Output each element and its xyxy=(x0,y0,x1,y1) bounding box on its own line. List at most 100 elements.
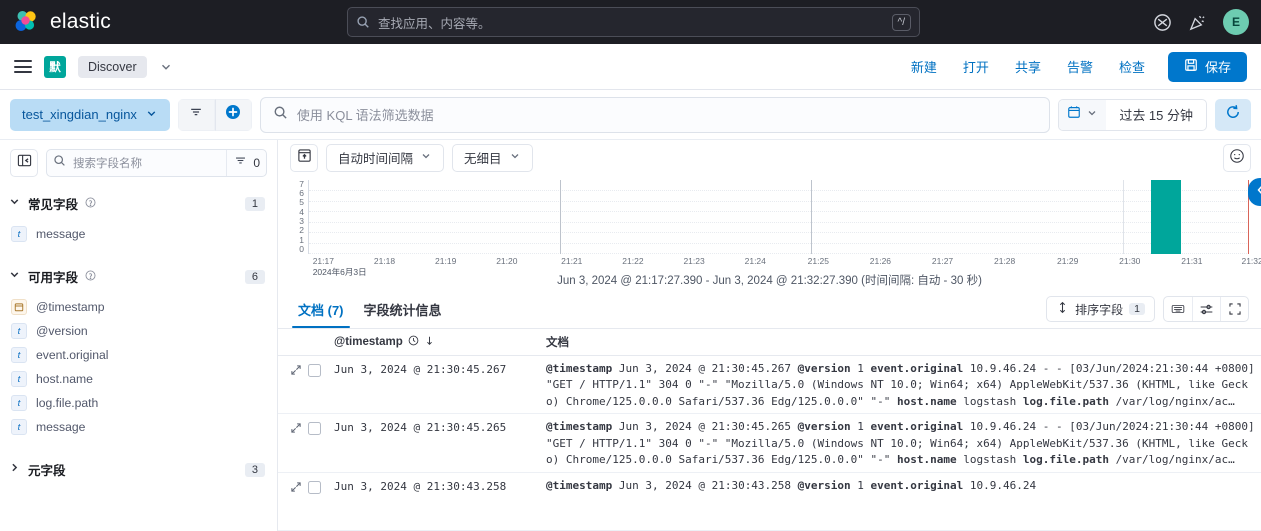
feedback-button[interactable] xyxy=(1223,144,1251,172)
expand-row-icon[interactable] xyxy=(290,481,302,493)
feedback-face-icon xyxy=(1229,148,1245,169)
gridline xyxy=(309,252,1249,254)
add-filter-button[interactable] xyxy=(214,98,252,131)
search-icon xyxy=(53,154,66,172)
nav-link-open[interactable]: 打开 xyxy=(950,51,1002,82)
nav-link-inspect[interactable]: 检查 xyxy=(1106,51,1158,82)
field-item-timestamp[interactable]: @timestamp xyxy=(0,295,277,319)
field-item-event-original[interactable]: t event.original xyxy=(0,343,277,367)
refresh-button[interactable] xyxy=(1215,98,1251,131)
field-item-message[interactable]: t message xyxy=(0,222,277,246)
brand-name: elastic xyxy=(50,10,111,33)
section-count: 1 xyxy=(244,196,265,211)
tab-documents[interactable]: 文档 (7) xyxy=(290,290,352,329)
x-tick: 21:19 xyxy=(435,255,457,266)
table-row[interactable]: Jun 3, 2024 @ 21:30:45.267 @timestamp Ju… xyxy=(278,356,1261,415)
y-tick: 2 xyxy=(299,225,304,236)
chart-bar[interactable] xyxy=(1151,179,1182,254)
x-tick: 21:26 xyxy=(869,255,892,266)
elastic-logo[interactable]: elastic xyxy=(14,9,111,35)
info-icon[interactable] xyxy=(85,195,96,213)
gridline xyxy=(309,232,1249,234)
row-checkbox[interactable] xyxy=(308,422,321,436)
calendar-icon xyxy=(1067,105,1081,124)
announcements-icon[interactable] xyxy=(1188,13,1207,32)
column-header-timestamp[interactable]: @timestamp xyxy=(334,335,534,349)
help-icon[interactable] xyxy=(1153,13,1172,32)
section-title: 可用字段 xyxy=(28,271,79,285)
fullscreen-icon[interactable] xyxy=(1220,297,1248,322)
sort-fields-button[interactable]: 排序字段 1 xyxy=(1046,296,1155,323)
y-tick: 4 xyxy=(299,206,304,217)
field-type-string-icon: t xyxy=(11,371,27,387)
keyboard-shortcuts-icon[interactable] xyxy=(1164,297,1192,321)
row-controls xyxy=(290,419,334,467)
field-filter-button[interactable]: 0 xyxy=(226,150,260,176)
chart-vertical-marker xyxy=(810,179,812,254)
sort-desc-icon[interactable] xyxy=(424,335,435,349)
sidebar-section-popular[interactable]: 常见字段 1 xyxy=(0,185,277,222)
calendar-dropdown-button[interactable] xyxy=(1059,99,1107,130)
row-checkbox[interactable] xyxy=(308,363,321,377)
nav-link-alerts[interactable]: 告警 xyxy=(1054,51,1106,82)
chevron-down-icon xyxy=(420,150,432,165)
x-tick: 21:20 xyxy=(496,255,518,266)
filter-options-button[interactable] xyxy=(177,98,215,131)
gridline xyxy=(309,200,1249,202)
row-checkbox[interactable] xyxy=(308,481,321,494)
field-item-message-available[interactable]: t message xyxy=(0,415,277,439)
chart-toggle-button[interactable] xyxy=(290,143,318,172)
x-tick: 21:18 xyxy=(373,255,396,266)
expand-row-icon[interactable] xyxy=(290,422,302,434)
expand-row-icon[interactable] xyxy=(290,364,302,376)
section-title: 常见字段 xyxy=(28,198,79,212)
app-nav-bar: 默 Discover 新建 打开 共享 告警 检查 保存 xyxy=(0,44,1261,90)
gridline xyxy=(309,211,1249,213)
chart-plot-area[interactable] xyxy=(308,179,1249,254)
query-bar: test_xingdian_nginx 使用 KQL 语法筛选数据 过去 15 … xyxy=(0,90,1261,140)
display-options-icon[interactable] xyxy=(1192,297,1220,322)
time-histogram[interactable]: 7 6 5 4 3 2 1 0 21:17 2024年6月3日 21:18 21… xyxy=(278,176,1261,291)
table-row[interactable]: Jun 3, 2024 @ 21:30:43.258 @timestamp Ju… xyxy=(278,473,1261,531)
chevron-down-icon xyxy=(509,150,521,165)
chevron-down-icon[interactable] xyxy=(159,60,173,74)
sort-icon xyxy=(1056,301,1069,317)
grid-column-headers: @timestamp 文档 xyxy=(278,329,1261,356)
global-search-input[interactable]: 查找应用、内容等。 ^/ xyxy=(347,7,920,37)
data-view-label: test_xingdian_nginx xyxy=(22,107,137,122)
time-interval-selector[interactable]: 自动时间间隔 xyxy=(326,143,445,172)
x-tick: 21:29 xyxy=(1057,255,1079,266)
field-item-version[interactable]: t @version xyxy=(0,319,277,343)
collapse-panel-button[interactable] xyxy=(1248,178,1261,206)
field-filter-count: 0 xyxy=(253,156,260,170)
data-view-selector[interactable]: test_xingdian_nginx xyxy=(10,98,170,131)
elastic-logo-icon xyxy=(14,9,40,35)
sidebar-collapse-button[interactable] xyxy=(10,149,38,177)
nav-link-new[interactable]: 新建 xyxy=(898,51,950,82)
field-search-input[interactable]: 搜索字段名称 0 xyxy=(46,149,267,177)
breakdown-selector[interactable]: 无细目 xyxy=(452,143,533,172)
sidebar-section-available[interactable]: 可用字段 6 xyxy=(0,258,277,295)
tab-field-statistics[interactable]: 字段统计信息 xyxy=(356,290,450,328)
field-item-log-file-path[interactable]: t log.file.path xyxy=(0,391,277,415)
app-bar-actions: 新建 打开 共享 告警 检查 保存 xyxy=(898,51,1247,82)
save-button[interactable]: 保存 xyxy=(1167,51,1247,82)
sidebar-section-meta[interactable]: 元字段 3 xyxy=(0,451,277,488)
field-item-host-name[interactable]: t host.name xyxy=(0,367,277,391)
nav-link-share[interactable]: 共享 xyxy=(1002,51,1054,82)
kql-query-input[interactable]: 使用 KQL 语法筛选数据 xyxy=(259,96,1051,133)
grid-toolbar: 排序字段 1 xyxy=(1046,296,1249,323)
column-header-document[interactable]: 文档 xyxy=(534,334,1261,350)
date-range-label[interactable]: 过去 15 分钟 xyxy=(1106,105,1206,124)
field-name: event.original xyxy=(36,348,109,362)
clock-icon xyxy=(408,335,419,349)
filter-icon xyxy=(189,105,203,124)
table-row[interactable]: Jun 3, 2024 @ 21:30:45.265 @timestamp Ju… xyxy=(278,414,1261,473)
field-type-string-icon: t xyxy=(11,347,27,363)
avatar[interactable]: E xyxy=(1223,9,1249,35)
sidebar-search-row: 搜索字段名称 0 xyxy=(0,140,277,185)
info-icon[interactable] xyxy=(85,268,96,286)
space-badge[interactable]: 默 xyxy=(44,55,66,78)
menu-icon[interactable] xyxy=(14,60,32,73)
breadcrumb[interactable]: Discover xyxy=(78,55,147,78)
